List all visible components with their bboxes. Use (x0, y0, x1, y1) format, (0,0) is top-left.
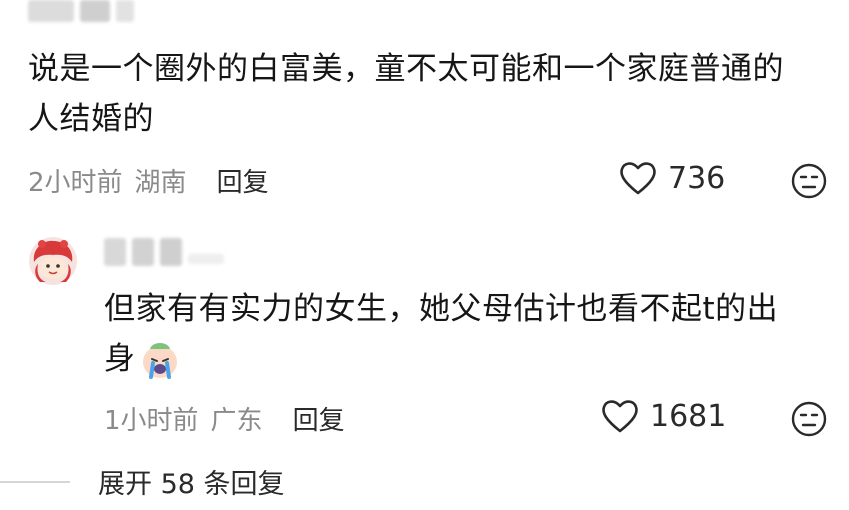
comment2-react-button[interactable] (790, 400, 828, 442)
expand-divider (0, 480, 70, 483)
comment1-location: 湖南 (134, 168, 187, 198)
comment1-react-button[interactable] (790, 162, 828, 204)
expand-replies-button[interactable]: 展开 58 条回复 (98, 462, 285, 501)
neutral-face-icon (791, 401, 827, 437)
comment2-text-line2-row: 身 (104, 334, 834, 384)
comment2-text-line1: 但家有有实力的女生，她父母估计也看不起t的出 (104, 291, 779, 327)
comment1-reply-button[interactable]: 回复 (217, 162, 269, 199)
comment1-like-button[interactable]: 736 (618, 160, 725, 196)
comment1-time: 2小时前 (28, 168, 123, 198)
comment1-meta: 2小时前 湖南 回复 (28, 162, 269, 199)
comment2-like-button[interactable]: 1681 (600, 398, 726, 434)
comment2-avatar[interactable] (28, 236, 78, 290)
comment2-reply-button[interactable]: 回复 (293, 400, 345, 437)
comment2-like-count: 1681 (650, 398, 727, 434)
comment2-text-line2: 身 (104, 341, 136, 377)
comment2-text: 但家有有实力的女生，她父母估计也看不起t的出 身 (104, 284, 834, 384)
comment2-location: 广东 (210, 406, 263, 436)
comment1-text-line1: 说是一个圈外的白富美，童不太可能和一个家庭普通的 (28, 51, 784, 87)
comment1-text-line2: 人结婚的 (28, 101, 154, 137)
heart-outline-icon (602, 400, 638, 433)
comment1-text: 说是一个圈外的白富美，童不太可能和一个家庭普通的 人结婚的 (28, 44, 838, 144)
comment2-time: 1小时前 (104, 406, 199, 436)
crying-emoji-icon (142, 343, 177, 379)
comment1-username-blurred[interactable] (28, 0, 134, 22)
comment1-like-count: 736 (668, 160, 726, 196)
comment2-username-blurred[interactable] (104, 238, 224, 266)
cartoon-avatar (29, 237, 77, 285)
neutral-face-icon (791, 163, 827, 199)
expand-replies-row[interactable]: 展开 58 条回复 (0, 462, 285, 501)
heart-outline-icon (620, 162, 656, 195)
comment2-meta: 1小时前 广东 回复 (104, 400, 345, 437)
